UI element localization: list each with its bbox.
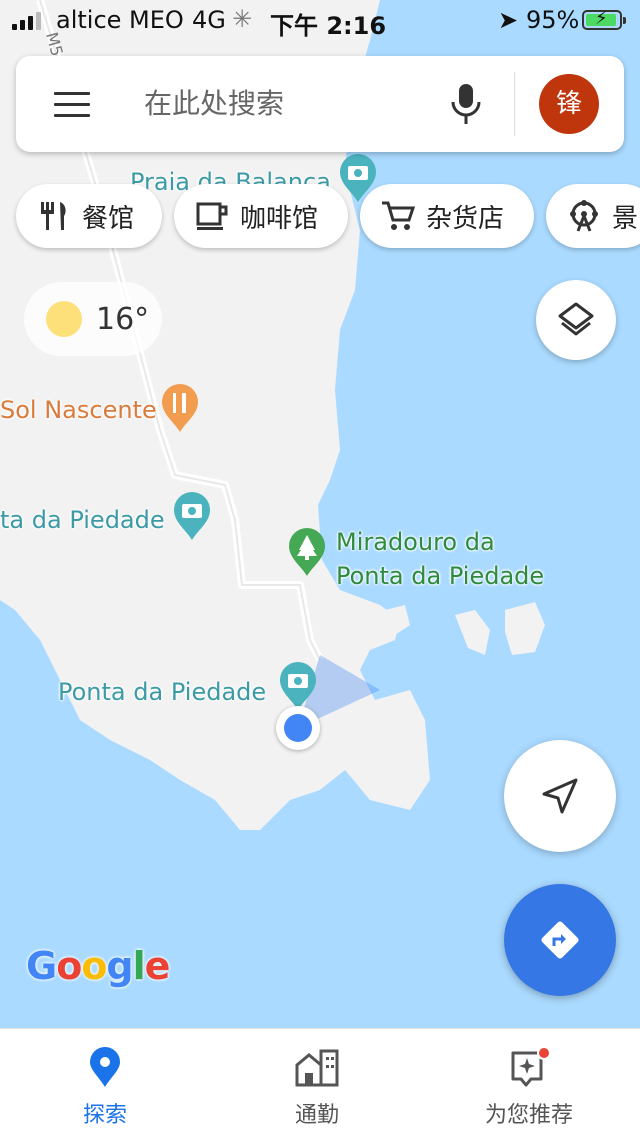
avatar[interactable]: 锋 xyxy=(539,74,599,134)
explore-pin-icon xyxy=(87,1047,123,1093)
map-view[interactable]: M5 Praia da Balanca Sol Nascente ta da P… xyxy=(0,0,640,1028)
tab-commute[interactable]: 通勤 xyxy=(212,1029,422,1136)
restaurant-pin-icon[interactable] xyxy=(160,384,200,434)
poi-miradouro-label-1[interactable]: Miradouro da xyxy=(336,528,495,556)
network-type: 4G xyxy=(192,6,226,34)
current-location-dot xyxy=(276,706,320,750)
location-arrow-icon: ➤ xyxy=(498,6,519,34)
commute-icon xyxy=(293,1047,341,1091)
directions-icon xyxy=(541,921,579,959)
mic-icon[interactable] xyxy=(448,82,484,126)
poi-ponta-label-cut[interactable]: ta da Piedade xyxy=(0,506,165,534)
coffee-icon xyxy=(194,198,230,234)
camera-pin-icon[interactable] xyxy=(278,662,318,712)
chip-label: 餐馆 xyxy=(82,203,135,234)
chip-label: 咖啡馆 xyxy=(240,203,319,234)
chip-label: 景 xyxy=(612,203,639,234)
temperature: 16° xyxy=(96,301,150,337)
battery-percent: 95% xyxy=(526,6,580,34)
chip-cafes[interactable]: 咖啡馆 xyxy=(174,184,348,248)
chip-groceries[interactable]: 杂货店 xyxy=(360,184,534,248)
tree-pin-icon[interactable] xyxy=(287,528,327,578)
tab-label: 为您推荐 xyxy=(484,1103,573,1128)
sun-icon xyxy=(46,301,82,337)
clock: 下午 2:16 xyxy=(270,12,387,40)
status-bar: altice MEO 4G ✳ 下午 2:16 ➤ 95% ⚡ xyxy=(0,0,640,40)
menu-icon[interactable] xyxy=(54,92,90,118)
navigation-arrow-icon xyxy=(542,778,578,814)
camera-pin-icon[interactable] xyxy=(172,492,212,542)
battery-icon: ⚡ xyxy=(582,8,626,30)
directions-button[interactable] xyxy=(504,884,616,996)
activity-spinner-icon: ✳ xyxy=(232,5,253,33)
layers-button[interactable] xyxy=(536,280,616,360)
ferris-wheel-icon xyxy=(566,198,602,234)
divider xyxy=(514,72,515,136)
tab-label: 探索 xyxy=(82,1103,127,1128)
weather-badge[interactable]: 16° xyxy=(24,282,162,356)
tab-label: 通勤 xyxy=(294,1103,339,1128)
chip-label: 杂货店 xyxy=(426,203,505,234)
google-logo: Google xyxy=(26,944,170,988)
chip-attractions[interactable]: 景 xyxy=(546,184,640,248)
cart-icon xyxy=(380,198,416,234)
poi-ponta-label[interactable]: Ponta da Piedade xyxy=(58,678,266,706)
restaurant-icon xyxy=(36,198,72,234)
signal-icon xyxy=(12,12,41,30)
for-you-icon xyxy=(507,1046,551,1095)
chip-restaurants[interactable]: 餐馆 xyxy=(16,184,162,248)
search-input[interactable] xyxy=(144,78,434,128)
tab-for-you[interactable]: 为您推荐 xyxy=(424,1029,634,1136)
my-location-button[interactable] xyxy=(504,740,616,852)
tab-explore[interactable]: 探索 xyxy=(0,1029,210,1136)
search-bar[interactable]: 锋 xyxy=(16,56,624,152)
layers-icon xyxy=(558,302,594,336)
poi-sol-nascente-label[interactable]: Sol Nascente xyxy=(0,396,157,424)
carrier-name: altice MEO xyxy=(56,6,184,34)
bottom-nav: 探索 通勤 为您推荐 xyxy=(0,1028,640,1136)
poi-miradouro-label-2[interactable]: Ponta da Piedade xyxy=(336,562,544,590)
